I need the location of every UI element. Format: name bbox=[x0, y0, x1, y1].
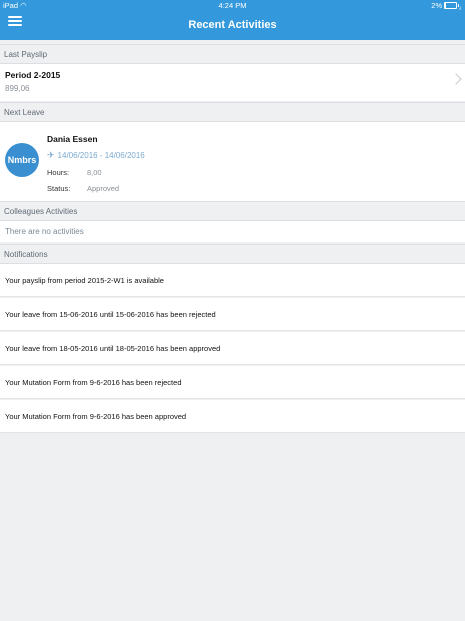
leave-status-row: Status: Approved bbox=[47, 184, 119, 193]
status-label: Status: bbox=[47, 184, 71, 193]
section-label-last-payslip: Last Payslip bbox=[0, 44, 465, 64]
chevron-right-icon bbox=[450, 73, 462, 85]
status-bar: iPad ◠ 4:24 PM 2% ⁁ bbox=[0, 0, 465, 11]
notification-item[interactable]: Your leave from 18-05-2016 until 18-05-2… bbox=[0, 332, 465, 365]
airplane-icon: ✈ bbox=[47, 150, 55, 160]
clock: 4:24 PM bbox=[218, 1, 247, 10]
payslip-period: Period 2-2015 bbox=[5, 70, 61, 80]
payslip-amount: 899,06 bbox=[5, 84, 30, 93]
avatar: Nmbrs bbox=[5, 143, 39, 177]
colleagues-empty-message: There are no activities bbox=[0, 221, 465, 242]
notification-item[interactable]: Your Mutation Form from 9-6-2016 has bee… bbox=[0, 366, 465, 399]
page-title: Recent Activities bbox=[188, 19, 277, 31]
hours-label: Hours: bbox=[47, 168, 70, 177]
status-value: Approved bbox=[87, 184, 120, 193]
section-label-notifications: Notifications bbox=[0, 244, 465, 264]
hours-value: 8,00 bbox=[87, 168, 102, 177]
app-header: iPad ◠ 4:24 PM 2% ⁁ Recent Activities bbox=[0, 0, 465, 40]
last-payslip-card[interactable]: Period 2-2015 899,06 bbox=[0, 64, 465, 101]
leave-hours-row: Hours: 8,00 bbox=[47, 168, 102, 177]
notification-item[interactable]: Your leave from 15-06-2016 until 15-06-2… bbox=[0, 298, 465, 331]
section-label-next-leave: Next Leave bbox=[0, 102, 465, 122]
section-label-colleagues: Colleagues Activities bbox=[0, 201, 465, 221]
leave-dates: 14/06/2016 - 14/06/2016 bbox=[57, 151, 145, 160]
notification-item[interactable]: Your Mutation Form from 9-6-2016 has bee… bbox=[0, 400, 465, 433]
notification-item[interactable]: Your payslip from period 2015-2-W1 is av… bbox=[0, 264, 465, 297]
leave-employee-name: Dania Essen bbox=[47, 134, 98, 144]
battery-percentage: 2% bbox=[431, 1, 443, 10]
charging-icon: ⁁ bbox=[459, 1, 461, 10]
battery-icon bbox=[444, 2, 460, 9]
